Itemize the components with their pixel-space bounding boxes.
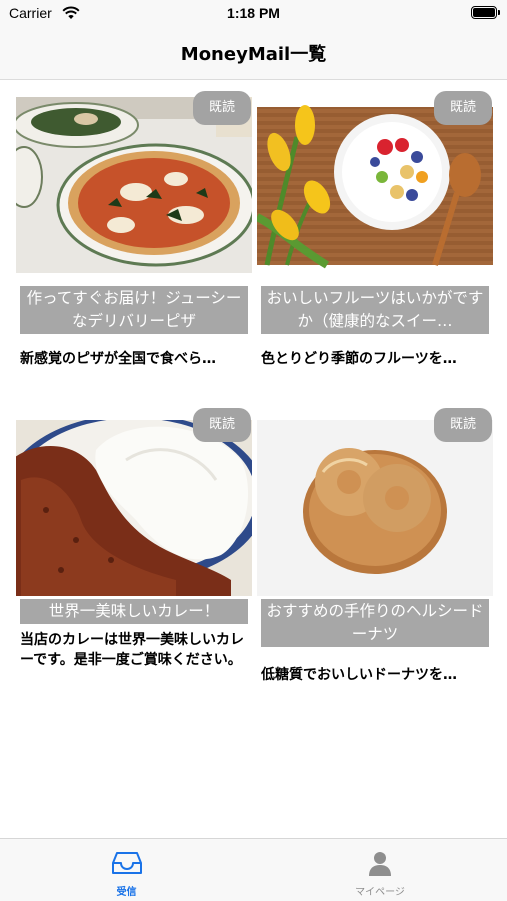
card-body: 新感覚のピザが全国で食べら…	[20, 351, 216, 367]
status-bar: Carrier 1:18 PM	[0, 0, 507, 28]
curry-photo	[16, 420, 252, 596]
clock: 1:18 PM	[227, 5, 280, 21]
tab-label: マイページ	[355, 887, 405, 898]
card-body: 当店のカレーは世界一美味しいカレーです。是非一度ご賞味ください。	[20, 632, 244, 668]
read-badge: 既読	[434, 408, 492, 442]
tab-bar: 受信 マイページ	[0, 838, 507, 901]
donut-photo	[257, 420, 493, 596]
card-headline: 世界一美味しいカレー！	[20, 599, 248, 624]
navigation-bar: MoneyMail一覧	[0, 28, 507, 80]
read-badge: 既読	[193, 408, 251, 442]
card-body: 色とりどり季節のフルーツを…	[261, 351, 457, 367]
tab-inbox[interactable]: 受信	[0, 839, 253, 901]
mail-card[interactable]: 既読 おいしいフルーツはいかがですか（健康的なスイー… 色とりどり季節のフルーツ…	[257, 91, 493, 387]
mail-card[interactable]: 既読 世界一美味しいカレー！ 当店のカレーは世界一美味しいカレーです。是非一度ご…	[16, 408, 252, 710]
mail-card[interactable]: 既読 作ってすぐお届け！ジューシーなデリバリーピザ 新感覚のピザが全国で食べら…	[16, 91, 252, 387]
mail-card[interactable]: 既読 おすすめの手作りのヘルシードーナツ 低糖質でおいしいドーナツを…	[257, 408, 493, 710]
page-title: MoneyMail一覧	[180, 44, 327, 65]
card-headline: おいしいフルーツはいかがですか（健康的なスイー…	[261, 286, 489, 334]
inbox-icon	[111, 852, 142, 874]
tab-mypage[interactable]: マイページ	[253, 839, 507, 901]
card-headline: おすすめの手作りのヘルシードーナツ	[261, 599, 489, 647]
read-badge: 既読	[434, 91, 492, 125]
battery-icon	[471, 6, 500, 19]
person-icon	[369, 852, 391, 876]
card-headline: 作ってすぐお届け！ジューシーなデリバリーピザ	[20, 286, 248, 334]
tab-label: 受信	[116, 887, 137, 898]
read-badge: 既読	[193, 91, 251, 125]
card-body: 低糖質でおいしいドーナツを…	[261, 667, 457, 683]
